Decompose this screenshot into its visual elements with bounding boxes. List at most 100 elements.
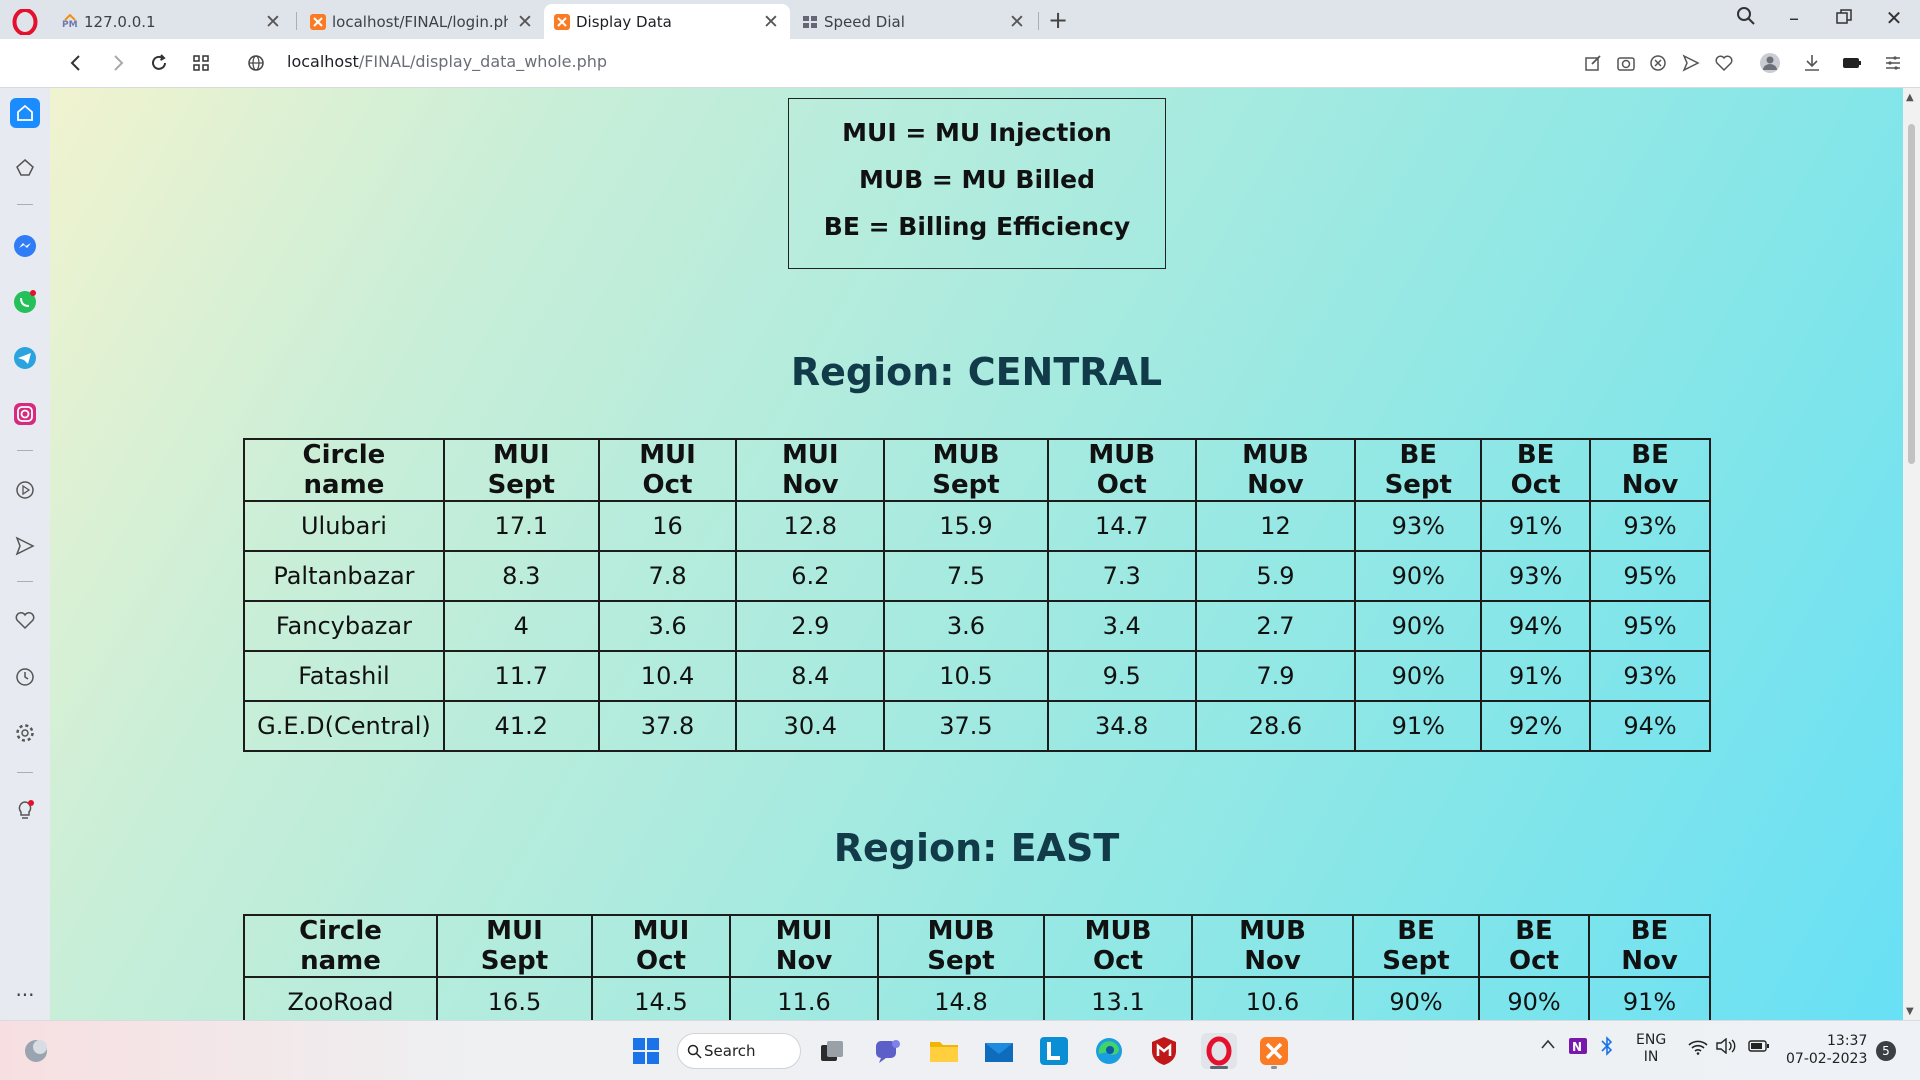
value-cell: 5.9 bbox=[1194, 550, 1357, 602]
value-cell: 13.1 bbox=[1043, 976, 1193, 1020]
back-icon[interactable] bbox=[62, 49, 90, 77]
tab-login[interactable]: localhost/FINAL/login.php ✕ bbox=[300, 4, 544, 39]
value-cell: 91% bbox=[1588, 976, 1711, 1020]
xampp-taskbar-icon[interactable] bbox=[1256, 1033, 1292, 1069]
more-dots-icon[interactable]: ··· bbox=[10, 980, 40, 1010]
table-row: ZooRoad 16.5 14.5 11.6 14.8 13.1 10.6 90% 90% 91% bbox=[243, 976, 1711, 1020]
site-info-globe-icon[interactable] bbox=[242, 49, 270, 77]
easy-setup-edit-icon[interactable] bbox=[1580, 50, 1606, 76]
close-tab-icon[interactable]: ✕ bbox=[762, 11, 780, 33]
easy-setup-menu-icon[interactable] bbox=[1880, 50, 1906, 76]
messenger-icon[interactable] bbox=[10, 231, 40, 261]
value-cell: 11.7 bbox=[442, 650, 600, 702]
task-view-icon[interactable] bbox=[814, 1033, 850, 1069]
profile-avatar-icon[interactable] bbox=[1757, 50, 1783, 76]
history-clock-icon[interactable] bbox=[10, 662, 40, 692]
bookmarks-heart-icon[interactable] bbox=[10, 606, 40, 636]
bluetooth-icon[interactable] bbox=[1600, 1036, 1614, 1060]
tab-speed-dial[interactable]: Speed Dial ✕ bbox=[792, 4, 1036, 39]
close-tab-icon[interactable]: ✕ bbox=[516, 11, 534, 33]
col-header: MUB Nov bbox=[1194, 438, 1357, 502]
show-hidden-icons-chevron-icon[interactable] bbox=[1540, 1038, 1556, 1054]
clock[interactable]: 13:37 07-02-2023 bbox=[1786, 1032, 1867, 1068]
value-cell: 3.6 bbox=[597, 600, 738, 652]
col-header: BE Nov bbox=[1588, 914, 1711, 978]
opera-taskbar-icon[interactable] bbox=[1201, 1033, 1237, 1069]
battery-saver-icon[interactable] bbox=[1839, 50, 1865, 76]
tab-display-data[interactable]: Display Data ✕ bbox=[544, 4, 790, 39]
tab-divider bbox=[296, 12, 297, 30]
battery-icon[interactable] bbox=[1748, 1040, 1770, 1056]
table-row: Paltanbazar 8.3 7.8 6.2 7.5 7.3 5.9 90% 93% 95% bbox=[243, 550, 1711, 602]
wifi-icon[interactable] bbox=[1688, 1039, 1708, 1059]
player-icon[interactable] bbox=[10, 475, 40, 505]
value-cell: 91% bbox=[1480, 500, 1592, 552]
col-header: Circle name bbox=[243, 914, 438, 978]
value-cell: 7.8 bbox=[597, 550, 738, 602]
value-cell: 8.3 bbox=[442, 550, 600, 602]
svg-text:N: N bbox=[1572, 1040, 1582, 1054]
mcafee-shield-icon[interactable] bbox=[1146, 1033, 1182, 1069]
new-tab-icon[interactable]: + bbox=[1046, 6, 1070, 34]
close-window-icon[interactable]: ✕ bbox=[1880, 6, 1908, 30]
file-explorer-icon[interactable] bbox=[926, 1033, 962, 1069]
language-indicator[interactable]: ENG IN bbox=[1636, 1032, 1666, 1066]
bookmark-heart-icon[interactable] bbox=[1711, 50, 1737, 76]
value-cell: 95% bbox=[1589, 600, 1711, 652]
value-cell: 10.6 bbox=[1191, 976, 1354, 1020]
send-icon[interactable] bbox=[1678, 50, 1704, 76]
settings-gear-icon[interactable] bbox=[10, 718, 40, 748]
reload-icon[interactable] bbox=[145, 49, 173, 77]
adblock-icon[interactable] bbox=[1645, 50, 1671, 76]
mail-icon[interactable] bbox=[981, 1033, 1017, 1069]
col-header: MUI Oct bbox=[591, 914, 731, 978]
taskbar-search-box[interactable]: Search bbox=[677, 1033, 801, 1069]
scroll-thumb[interactable] bbox=[1908, 124, 1915, 464]
tab-label: 127.0.0.1 bbox=[84, 12, 156, 31]
weather-widget-icon[interactable] bbox=[18, 1033, 54, 1069]
close-tab-icon[interactable]: ✕ bbox=[264, 11, 282, 33]
home-icon[interactable] bbox=[10, 98, 40, 128]
active-app-indicator bbox=[1210, 1066, 1228, 1069]
value-cell: 17.1 bbox=[442, 500, 600, 552]
value-cell: 12 bbox=[1194, 500, 1357, 552]
minimize-icon[interactable]: – bbox=[1780, 6, 1808, 30]
col-header: MUI Nov bbox=[729, 914, 879, 978]
tab-divider bbox=[1038, 12, 1039, 30]
tab-phpmyadmin[interactable]: PMA 127.0.0.1 ✕ bbox=[52, 4, 292, 39]
value-cell: 90% bbox=[1354, 600, 1483, 652]
restore-icon[interactable] bbox=[1830, 6, 1858, 30]
flow-send-icon[interactable] bbox=[10, 531, 40, 561]
tab-grid-icon[interactable] bbox=[187, 49, 215, 77]
url-field[interactable]: localhost/FINAL/display_data_whole.php bbox=[287, 52, 607, 71]
notification-count-badge[interactable]: 5 bbox=[1876, 1041, 1896, 1061]
legend-be: BE = Billing Efficiency bbox=[823, 212, 1131, 241]
edge-icon[interactable] bbox=[1091, 1033, 1127, 1069]
volume-icon[interactable] bbox=[1716, 1037, 1736, 1058]
opera-menu-icon[interactable] bbox=[12, 9, 38, 35]
onenote-tray-icon[interactable]: N bbox=[1568, 1037, 1588, 1059]
downloads-icon[interactable] bbox=[1799, 50, 1825, 76]
close-tab-icon[interactable]: ✕ bbox=[1008, 11, 1026, 33]
search-tabs-icon[interactable] bbox=[1732, 6, 1760, 31]
instagram-icon[interactable] bbox=[10, 399, 40, 429]
l-app-icon[interactable] bbox=[1036, 1033, 1072, 1069]
forward-icon[interactable] bbox=[104, 49, 132, 77]
circle-name-cell: Ulubari bbox=[243, 500, 445, 552]
start-windows-icon[interactable] bbox=[628, 1033, 664, 1069]
col-header: BE Nov bbox=[1589, 438, 1711, 502]
whatsapp-icon[interactable] bbox=[10, 287, 40, 317]
circle-name-cell: G.E.D(Central) bbox=[243, 700, 445, 752]
tips-lightbulb-icon[interactable] bbox=[10, 796, 40, 826]
telegram-icon[interactable] bbox=[10, 343, 40, 373]
scroll-up-arrow-icon[interactable]: ▲ bbox=[1906, 92, 1914, 103]
teams-chat-icon[interactable] bbox=[870, 1033, 906, 1069]
scroll-down-arrow-icon[interactable]: ▼ bbox=[1906, 1006, 1914, 1017]
value-cell: 93% bbox=[1589, 650, 1711, 702]
value-cell: 14.7 bbox=[1046, 500, 1197, 552]
snapshot-camera-icon[interactable] bbox=[1613, 50, 1639, 76]
value-cell: 4 bbox=[442, 600, 600, 652]
vertical-scrollbar[interactable]: ▲ ▼ bbox=[1903, 88, 1920, 1020]
pinboard-icon[interactable] bbox=[10, 153, 40, 183]
value-cell: 90% bbox=[1352, 976, 1480, 1020]
